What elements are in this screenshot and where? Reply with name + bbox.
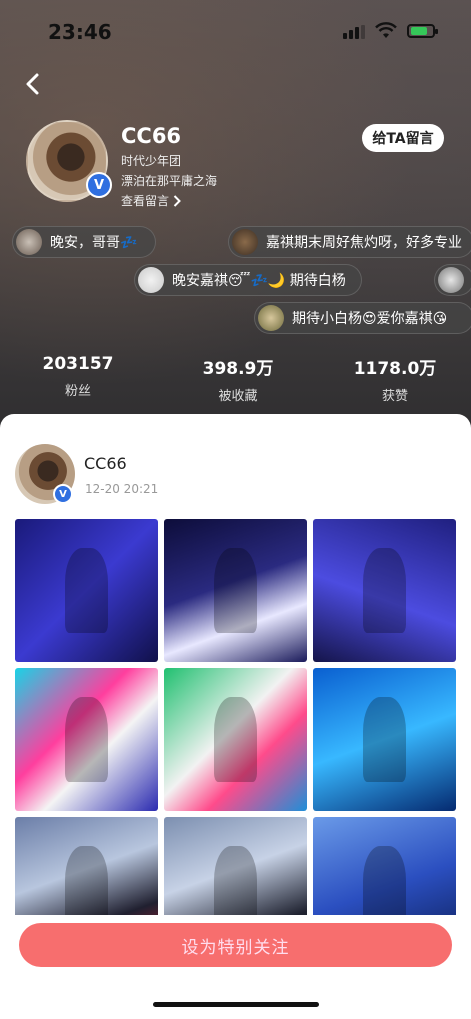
- post-photo[interactable]: [15, 668, 158, 811]
- stat-fans[interactable]: 203157 粉丝: [18, 354, 138, 399]
- leave-message-button[interactable]: 给TA留言: [362, 124, 444, 152]
- bubble-text: 晚安嘉祺😴💤🌙 期待白杨: [172, 273, 346, 289]
- stat-value: 203157: [42, 354, 114, 374]
- stat-label: 被收藏: [218, 389, 258, 404]
- profile-username: CC66: [121, 124, 182, 148]
- view-messages-link[interactable]: 查看留言: [121, 192, 181, 209]
- wifi-icon: [375, 22, 397, 38]
- bubble-avatar: [258, 305, 284, 331]
- post-photo[interactable]: [313, 519, 456, 662]
- message-bubble[interactable]: 晚安，哥哥💤: [12, 226, 156, 258]
- post-photo[interactable]: [164, 519, 307, 662]
- bubble-avatar: [232, 229, 258, 255]
- stat-likes[interactable]: 1178.0万 获赞: [335, 354, 455, 404]
- message-bubble[interactable]: 嘉祺期末周好焦灼呀，好多专业: [228, 226, 471, 258]
- profile-bio-line1: 时代少年团: [121, 154, 182, 168]
- battery-icon: [407, 24, 438, 38]
- status-bar: 23:46: [0, 0, 471, 60]
- special-follow-button[interactable]: 设为特别关注: [19, 923, 452, 967]
- view-messages-label: 查看留言: [121, 194, 170, 208]
- stat-favorited[interactable]: 398.9万 被收藏: [178, 354, 298, 404]
- profile-bio-line2: 漂泊在那平庸之海: [121, 174, 218, 188]
- bubble-avatar: [138, 267, 164, 293]
- post-username: CC66: [84, 454, 127, 473]
- post-photo[interactable]: [164, 817, 307, 915]
- status-time: 23:46: [48, 20, 112, 44]
- post-photo[interactable]: [313, 668, 456, 811]
- bubble-text: 期待小白杨😍爱你嘉祺😘: [292, 311, 448, 327]
- post-timestamp: 12-20 20:21: [85, 482, 159, 496]
- bubble-avatar: [16, 229, 42, 255]
- verified-badge-icon: V: [53, 484, 73, 504]
- post-photo[interactable]: [313, 817, 456, 915]
- chevron-right-icon: [173, 194, 181, 207]
- cellular-signal-icon: [343, 25, 365, 39]
- post-photo[interactable]: [15, 519, 158, 662]
- post-photo[interactable]: [164, 668, 307, 811]
- stat-label: 粉丝: [64, 384, 91, 399]
- home-indicator[interactable]: [153, 1002, 319, 1007]
- verified-badge-icon: V: [86, 172, 112, 198]
- message-bubble[interactable]: 晚安嘉祺😴💤🌙 期待白杨: [134, 264, 362, 296]
- stat-label: 获赞: [381, 389, 408, 404]
- post-photo[interactable]: [15, 817, 158, 915]
- photo-grid: [15, 519, 456, 915]
- stat-value: 1178.0万: [353, 359, 437, 379]
- message-bubble[interactable]: 期待小白杨😍爱你嘉祺😘: [254, 302, 471, 334]
- stat-value: 398.9万: [202, 359, 274, 379]
- message-bubble[interactable]: [434, 264, 471, 296]
- bubble-text: 晚安，哥哥💤: [50, 235, 138, 251]
- bubble-text: 嘉祺期末周好焦灼呀，好多专业: [266, 235, 462, 251]
- back-arrow-icon[interactable]: [20, 70, 48, 98]
- bubble-avatar: [438, 267, 464, 293]
